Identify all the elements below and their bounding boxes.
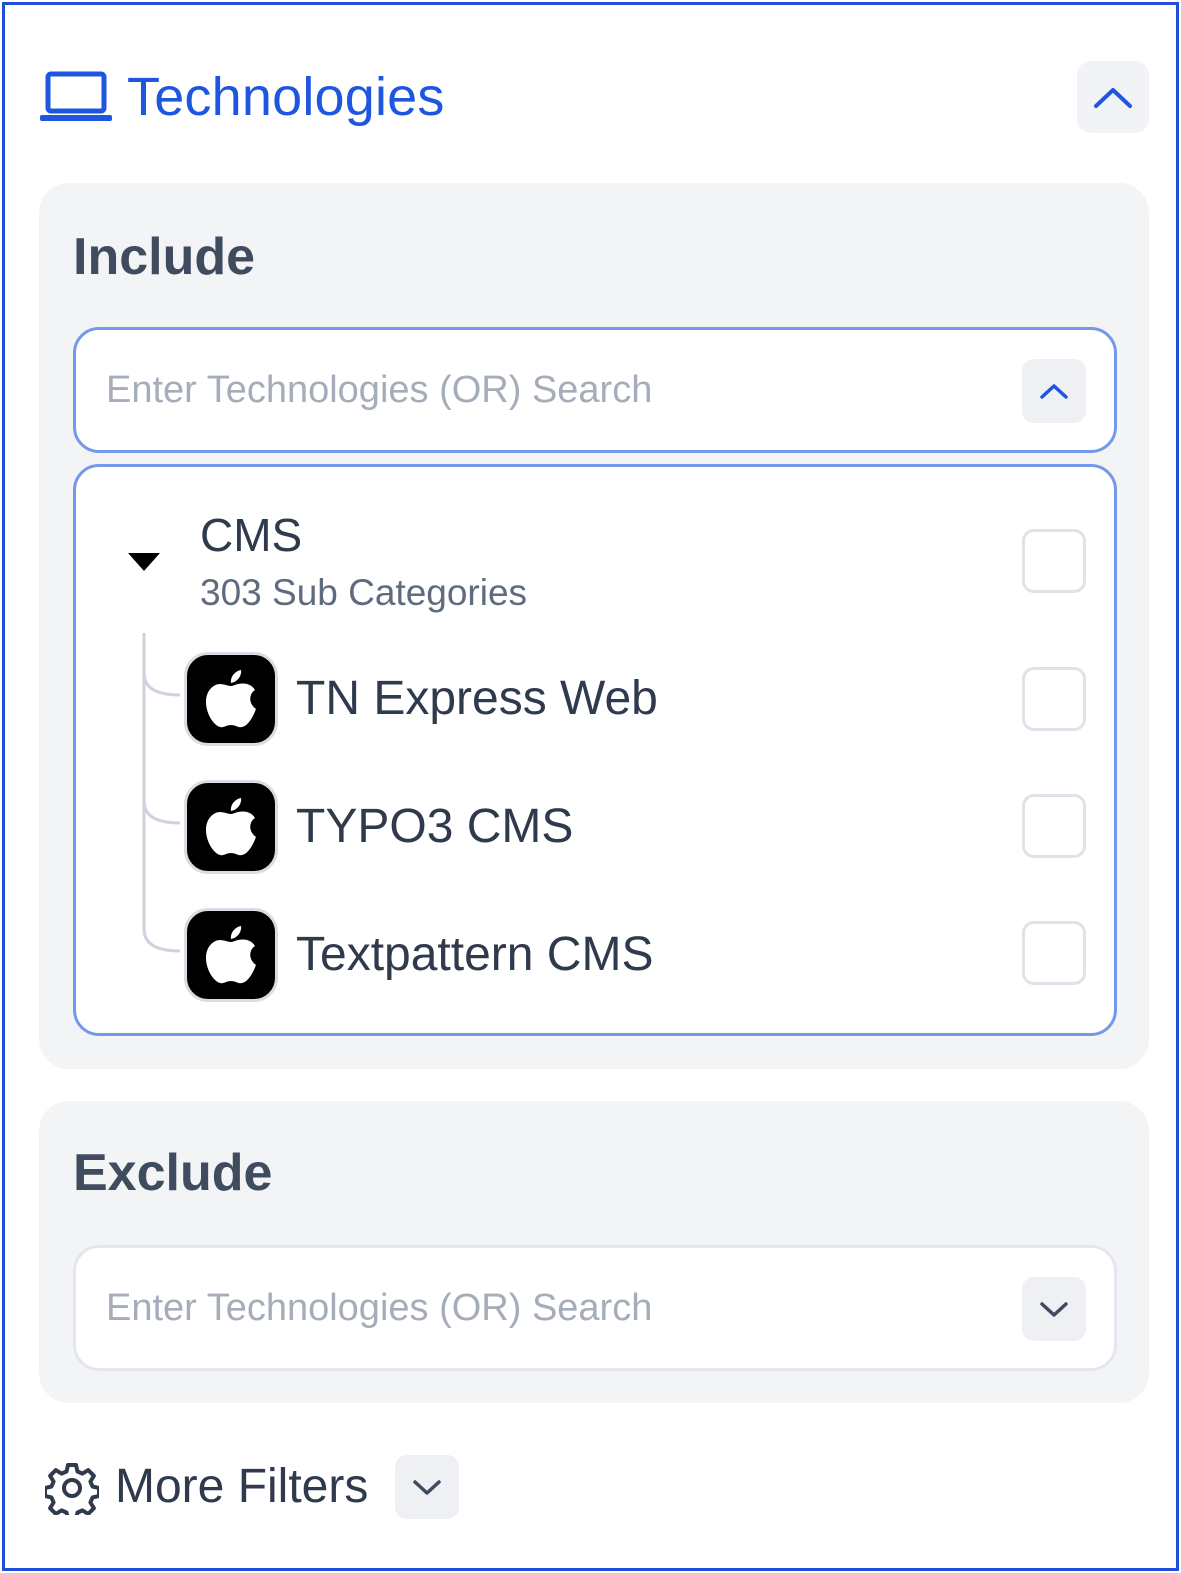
list-item[interactable]: TN Express Web	[184, 652, 1084, 748]
exclude-panel: Exclude	[39, 1101, 1149, 1403]
include-title: Include	[73, 228, 256, 286]
more-filters-chevron[interactable]	[395, 1455, 459, 1519]
list-item[interactable]: Textpattern CMS	[184, 908, 1084, 1004]
collapse-section-button[interactable]	[1077, 61, 1149, 133]
more-filters-toggle[interactable]: More Filters	[45, 1455, 465, 1519]
chevron-down-icon	[413, 1480, 441, 1495]
include-dropdown-toggle[interactable]	[1022, 359, 1086, 423]
include-dropdown-list: CMS 303 Sub Categories TN Express Web TY…	[73, 464, 1117, 1036]
group-checkbox[interactable]	[1022, 529, 1086, 593]
laptop-icon	[40, 71, 112, 121]
chevron-down-icon	[1040, 1302, 1068, 1317]
apple-icon	[184, 908, 278, 1002]
technologies-filter-card: Technologies Include CMS 303 Sub Categor…	[2, 2, 1179, 1571]
exclude-title: Exclude	[73, 1144, 273, 1202]
exclude-dropdown-toggle[interactable]	[1022, 1277, 1086, 1341]
section-title: Technologies	[127, 67, 445, 127]
exclude-search-input[interactable]	[106, 1278, 1006, 1338]
include-search-input[interactable]	[106, 360, 1006, 420]
item-checkbox[interactable]	[1022, 921, 1086, 985]
item-label: Textpattern CMS	[296, 928, 654, 981]
group-subtitle: 303 Sub Categories	[200, 572, 528, 613]
caret-down-icon[interactable]	[126, 551, 162, 573]
item-checkbox[interactable]	[1022, 667, 1086, 731]
list-item[interactable]: TYPO3 CMS	[184, 780, 1084, 876]
exclude-search-box[interactable]	[73, 1245, 1117, 1371]
technologies-header[interactable]: Technologies	[39, 61, 1149, 133]
item-label: TYPO3 CMS	[296, 800, 574, 853]
apple-icon	[184, 652, 278, 746]
item-checkbox[interactable]	[1022, 794, 1086, 858]
more-filters-label: More Filters	[115, 1460, 369, 1513]
include-search-box[interactable]	[73, 327, 1117, 453]
include-panel: Include CMS 303 Sub Categories	[39, 183, 1149, 1069]
chevron-up-icon	[1040, 384, 1068, 399]
item-label: TN Express Web	[296, 672, 658, 725]
group-name: CMS	[200, 509, 303, 561]
chevron-up-icon	[1094, 88, 1132, 108]
apple-icon	[184, 780, 278, 874]
gear-icon	[45, 1463, 99, 1515]
